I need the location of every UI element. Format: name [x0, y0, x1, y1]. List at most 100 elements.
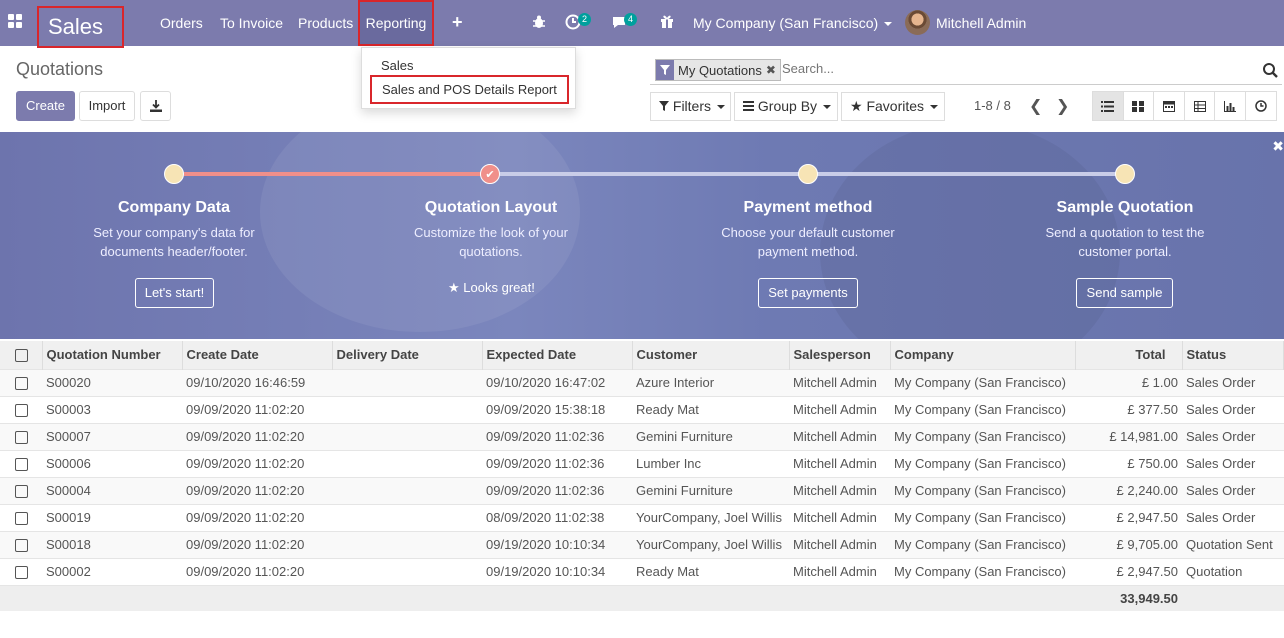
group-by-button[interactable]: Group By [734, 92, 838, 121]
table-row[interactable]: S00003 09/09/2020 11:02:20 09/09/2020 15:3… [0, 395, 1284, 423]
cell-delivery-date [332, 368, 482, 396]
close-icon[interactable]: ✖ [1272, 138, 1284, 155]
select-all-checkbox[interactable] [0, 341, 43, 369]
table-row[interactable]: S00019 09/09/2020 11:02:20 08/09/2020 11:0… [0, 503, 1284, 531]
download-button[interactable] [140, 91, 171, 121]
app-brand[interactable]: Sales [37, 6, 124, 48]
cell-status: Sales Order [1182, 449, 1284, 477]
column-customer[interactable]: Customer [632, 341, 790, 369]
step-company-data: Company Data Set your company's data for… [44, 199, 304, 261]
row-checkbox-cell[interactable] [0, 557, 42, 585]
step-done-label: ★ Looks great! [448, 280, 535, 296]
step-description: payment method. [757, 244, 859, 259]
facet-remove-icon[interactable]: ✖ [766, 63, 780, 77]
cell-quotation-number: S00004 [42, 476, 182, 504]
column-quotation-number[interactable]: Quotation Number [42, 341, 183, 369]
menu-products[interactable]: Products [298, 0, 353, 46]
column-status[interactable]: Status [1182, 341, 1284, 369]
lets-start-button[interactable]: Let's start! [135, 278, 214, 308]
menu-orders[interactable]: Orders [160, 0, 203, 46]
filter-icon [656, 60, 674, 80]
checkbox[interactable] [15, 485, 28, 499]
column-create-date[interactable]: Create Date [182, 341, 333, 369]
cell-company: My Company (San Francisco) [890, 557, 1075, 585]
column-expected-date[interactable]: Expected Date [482, 341, 633, 369]
checkbox[interactable] [15, 377, 28, 391]
row-checkbox-cell[interactable] [0, 368, 42, 396]
table-row[interactable]: S00004 09/09/2020 11:02:20 09/09/2020 11:0… [0, 476, 1284, 504]
pivot-view-icon[interactable] [1183, 91, 1216, 121]
group-by-label: Group By [757, 98, 818, 114]
cell-status: Sales Order [1182, 503, 1284, 531]
pager-next-icon[interactable]: ❯ [1056, 96, 1069, 116]
checkbox[interactable] [15, 566, 28, 580]
step-dot-quotation-layout: ✔ [480, 164, 500, 184]
cell-quotation-number: S00020 [42, 368, 182, 396]
cell-salesperson: Mitchell Admin [789, 476, 890, 504]
pager-previous-icon[interactable]: ❮ [1029, 96, 1042, 116]
calendar-view-icon[interactable] [1153, 91, 1185, 121]
kanban-view-icon[interactable] [1122, 91, 1155, 121]
column-company[interactable]: Company [890, 341, 1076, 369]
row-checkbox-cell[interactable] [0, 422, 42, 450]
caret-down-icon [930, 105, 939, 110]
checkbox[interactable] [15, 539, 28, 553]
row-checkbox-cell[interactable] [0, 395, 42, 423]
table-row[interactable]: S00007 09/09/2020 11:02:20 09/09/2020 11:0… [0, 422, 1284, 450]
menu-reporting[interactable]: Reporting [358, 0, 434, 46]
table-body: S00020 09/10/2020 16:46:59 09/10/2020 16:4… [0, 368, 1284, 611]
dropdown-item-sales-pos-report[interactable]: Sales and POS Details Report [370, 75, 569, 104]
table-row[interactable]: S00006 09/09/2020 11:02:20 09/09/2020 11:0… [0, 449, 1284, 477]
company-switcher[interactable]: My Company (San Francisco) [693, 0, 893, 46]
column-total[interactable]: Total [1075, 341, 1183, 369]
column-delivery-date[interactable]: Delivery Date [332, 341, 483, 369]
menu-to-invoice[interactable]: To Invoice [220, 0, 283, 46]
list-view-icon[interactable] [1092, 91, 1124, 121]
gift-icon[interactable] [660, 14, 674, 28]
favorites-button[interactable]: ★ Favorites [841, 92, 945, 121]
search-icon[interactable] [1262, 62, 1278, 78]
checkbox[interactable] [15, 349, 28, 363]
progress-track-done [184, 172, 484, 176]
step-title: Quotation Layout [424, 199, 558, 216]
checkbox[interactable] [15, 431, 28, 445]
company-name: My Company (San Francisco) [693, 15, 879, 31]
row-checkbox-cell[interactable] [0, 449, 42, 477]
import-button[interactable]: Import [79, 91, 135, 121]
table-row[interactable]: S00002 09/09/2020 11:02:20 09/19/2020 10:1… [0, 557, 1284, 585]
bug-icon[interactable] [532, 15, 546, 29]
apps-grid-icon[interactable] [8, 14, 24, 30]
graph-view-icon[interactable] [1214, 91, 1246, 121]
send-sample-button[interactable]: Send sample [1076, 278, 1173, 308]
cell-create-date: 09/09/2020 11:02:20 [182, 449, 332, 477]
row-checkbox-cell[interactable] [0, 503, 42, 531]
cell-status: Quotation Sent [1182, 530, 1284, 558]
table-row[interactable]: S00020 09/10/2020 16:46:59 09/10/2020 16:4… [0, 368, 1284, 396]
row-checkbox-cell[interactable] [0, 530, 42, 558]
cell-status: Sales Order [1182, 368, 1284, 396]
star-icon: ★ [448, 280, 460, 295]
dropdown-item-sales[interactable]: Sales [381, 58, 414, 73]
page-title: Quotations [16, 59, 104, 79]
footer-cell [0, 584, 42, 611]
cell-quotation-number: S00006 [42, 449, 182, 477]
search-input[interactable] [782, 61, 1252, 76]
checkbox[interactable] [15, 458, 28, 472]
filters-button[interactable]: Filters [650, 92, 731, 121]
column-salesperson[interactable]: Salesperson [789, 341, 891, 369]
cell-customer: YourCompany, Joel Willis [632, 503, 789, 531]
caret-down-icon [884, 22, 893, 27]
table-row[interactable]: S00018 09/09/2020 11:02:20 09/19/2020 10:1… [0, 530, 1284, 558]
checkbox[interactable] [15, 512, 28, 526]
row-checkbox-cell[interactable] [0, 476, 42, 504]
cell-delivery-date [332, 557, 482, 585]
create-button[interactable]: Create [16, 91, 75, 121]
pager-value[interactable]: 1-8 / 8 [974, 98, 1011, 113]
cell-create-date: 09/09/2020 11:02:20 [182, 395, 332, 423]
activity-view-icon[interactable] [1244, 91, 1277, 121]
user-avatar[interactable] [905, 10, 930, 35]
set-payments-button[interactable]: Set payments [758, 278, 858, 308]
plus-icon[interactable]: + [452, 12, 463, 33]
cell-status: Quotation [1182, 557, 1284, 585]
checkbox[interactable] [15, 404, 28, 418]
